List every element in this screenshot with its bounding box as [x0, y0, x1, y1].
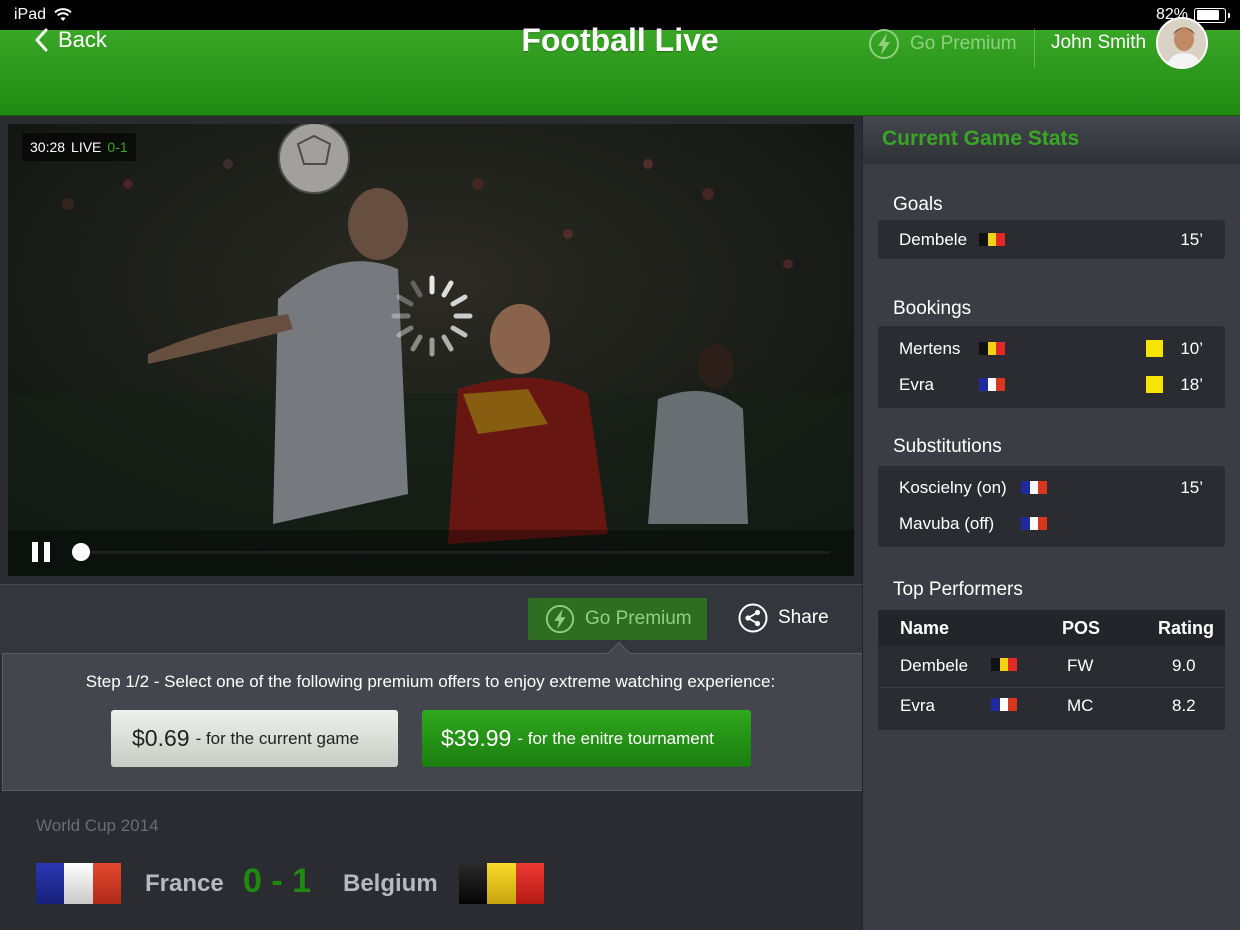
offer-price: $39.99	[441, 725, 512, 751]
player-name: Dembele	[899, 230, 968, 249]
table-row-divider	[878, 687, 1225, 688]
premium-step-text: Step 1/2 - Select one of the following p…	[85, 672, 776, 691]
booking-minute: 18’	[1180, 375, 1203, 394]
yellow-card-icon	[1146, 340, 1163, 357]
pause-icon	[32, 542, 38, 562]
player-name: Koscielny (on)	[899, 478, 1007, 497]
share-icon	[738, 603, 768, 633]
column-header-pos: POS	[1062, 618, 1101, 638]
video-time: 30:28	[30, 139, 66, 155]
goals-title: Goals	[893, 194, 943, 215]
offer-description: - for the enitre tournament	[517, 728, 714, 748]
video-live-label: LIVE	[71, 139, 102, 155]
user-profile[interactable]: John Smith	[1051, 17, 1209, 69]
player-name: Mertens	[899, 339, 961, 358]
share-button[interactable]: Share	[738, 603, 829, 633]
france-flag-icon	[979, 378, 1006, 391]
user-name: John Smith	[1051, 32, 1147, 53]
stats-title: Current Game Stats	[882, 127, 1080, 150]
goal-minute: 15’	[1180, 230, 1203, 249]
offer-price: $0.69	[132, 725, 190, 751]
back-button[interactable]: Back	[34, 27, 107, 53]
home-team-name: France	[145, 870, 224, 897]
wifi-icon	[54, 8, 72, 21]
video-progress-knob[interactable]	[72, 543, 90, 561]
go-premium-header-button[interactable]: Go Premium	[868, 28, 1017, 60]
chevron-left-icon	[35, 28, 48, 52]
offer-description: - for the current game	[195, 728, 360, 748]
substitution-minute: 15’	[1180, 478, 1203, 497]
offer-tournament-button[interactable]: $39.99 - for the enitre tournament	[422, 710, 751, 767]
match-info	[0, 792, 862, 930]
france-flag-icon	[1021, 517, 1048, 530]
performer-name: Evra	[900, 696, 935, 715]
performer-rating: 8.2	[1172, 696, 1196, 715]
france-flag-icon	[36, 863, 121, 904]
header-divider	[1034, 28, 1035, 68]
column-header-rating: Rating	[1158, 618, 1214, 638]
lightning-icon	[869, 29, 899, 59]
go-premium-label: Go Premium	[585, 608, 692, 629]
avatar	[1156, 17, 1209, 69]
belgium-flag-icon	[991, 658, 1018, 671]
player-name: Evra	[899, 375, 934, 394]
action-bar	[0, 584, 862, 654]
back-label: Back	[58, 27, 107, 52]
go-premium-button[interactable]: Go Premium	[528, 598, 707, 640]
performer-name: Dembele	[900, 656, 969, 675]
match-score: 0 - 1	[243, 862, 312, 900]
bookings-title: Bookings	[893, 298, 972, 319]
performer-rating: 9.0	[1172, 656, 1196, 675]
video-live-badge: 30:28 LIVE 0-1	[22, 133, 136, 161]
player-name: Mavuba (off)	[899, 514, 995, 533]
performer-pos: FW	[1067, 656, 1094, 675]
france-flag-icon	[991, 698, 1018, 711]
share-label: Share	[778, 607, 829, 628]
belgium-flag-icon	[979, 233, 1006, 246]
belgium-flag-icon	[979, 342, 1006, 355]
substitutions-title: Substitutions	[893, 436, 1002, 457]
pause-button[interactable]	[32, 542, 50, 562]
away-team-name: Belgium	[343, 870, 438, 897]
video-progress-bar[interactable]	[80, 551, 830, 554]
video-score: 0-1	[107, 139, 128, 155]
offer-current-game-button[interactable]: $0.69 - for the current game	[111, 710, 398, 767]
booking-minute: 10’	[1180, 339, 1203, 358]
loading-spinner-icon	[391, 275, 473, 357]
column-header-name: Name	[900, 618, 950, 638]
device-name: iPad	[14, 6, 47, 23]
lightning-icon	[545, 604, 575, 634]
yellow-card-icon	[1146, 376, 1163, 393]
top-performers-title: Top Performers	[893, 579, 1023, 600]
belgium-flag-icon	[459, 863, 544, 904]
france-flag-icon	[1021, 481, 1048, 494]
go-premium-header-label: Go Premium	[910, 33, 1017, 54]
performer-pos: MC	[1067, 696, 1094, 715]
competition-name: World Cup 2014	[36, 816, 159, 835]
